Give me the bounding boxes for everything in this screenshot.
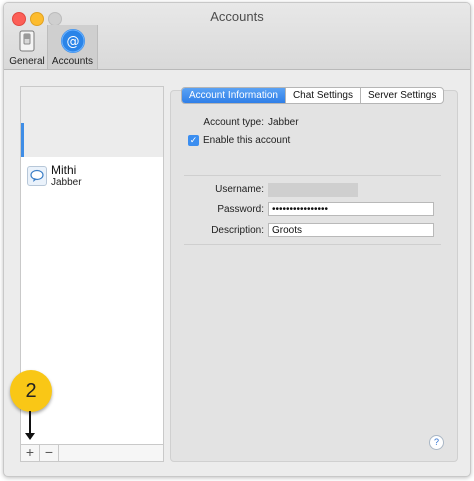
settings-tabs: Account Information Chat Settings Server… — [181, 87, 445, 104]
divider — [184, 175, 441, 176]
window-title: Accounts — [210, 9, 264, 24]
toolbar-general-tab[interactable]: General — [8, 25, 46, 69]
account-name: Mithi — [51, 163, 77, 177]
selected-row-background — [21, 87, 163, 157]
annotation-arrow-head — [25, 433, 35, 440]
toolbar-accounts-tab[interactable]: @ Accounts — [47, 25, 98, 69]
account-type-value: Jabber — [268, 117, 299, 128]
tab-server-settings[interactable]: Server Settings — [361, 88, 443, 103]
preferences-window: Accounts General @ Accounts Mithi Jabber… — [3, 2, 471, 477]
tab-account-information[interactable]: Account Information — [182, 88, 286, 103]
list-bottom-bar: + − — [21, 444, 163, 461]
help-button[interactable]: ? — [429, 435, 444, 450]
title-bar: Accounts General @ Accounts — [4, 3, 470, 70]
toolbar-general-label: General — [9, 56, 45, 67]
tab-chat-settings[interactable]: Chat Settings — [286, 88, 361, 103]
toolbar-accounts-label: Accounts — [51, 56, 94, 67]
username-field[interactable] — [268, 183, 358, 197]
jabber-chat-icon — [27, 166, 47, 186]
selection-indicator — [21, 123, 24, 157]
account-list-item[interactable]: Mithi Jabber — [21, 161, 163, 191]
divider — [184, 244, 441, 245]
enable-account-checkbox[interactable]: ✓ — [188, 135, 199, 146]
content-area: Mithi Jabber + − Account Information Cha… — [4, 70, 470, 476]
at-sign-icon: @ — [60, 29, 85, 53]
password-label: Password: — [217, 204, 264, 215]
account-type: Jabber — [51, 177, 82, 188]
general-switch-icon — [19, 30, 35, 52]
remove-account-button[interactable]: − — [40, 445, 59, 461]
add-account-button[interactable]: + — [21, 445, 40, 461]
enable-account-label: Enable this account — [203, 135, 291, 146]
step-number-badge: 2 — [10, 370, 52, 412]
username-label: Username: — [215, 184, 264, 195]
speech-bubble-icon — [30, 169, 44, 182]
password-field[interactable]: •••••••••••••••• — [268, 202, 434, 216]
description-field[interactable]: Groots — [268, 223, 434, 237]
description-label: Description: — [211, 225, 264, 236]
svg-text:@: @ — [66, 35, 79, 50]
account-type-label: Account type: — [203, 117, 264, 128]
